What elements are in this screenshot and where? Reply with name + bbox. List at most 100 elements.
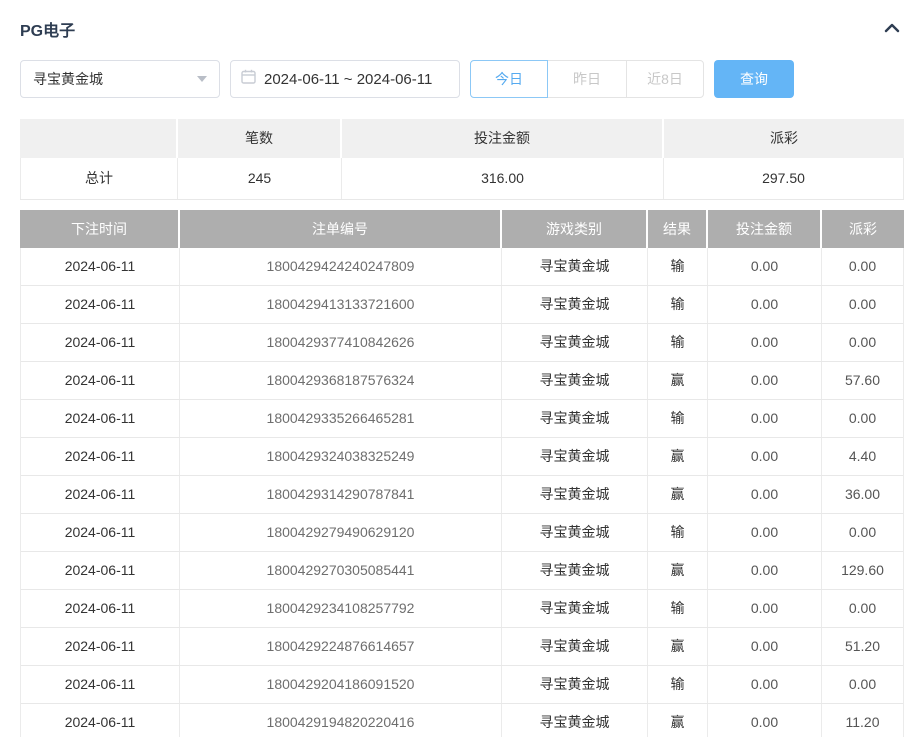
cell-payout: 129.60 [822, 552, 903, 589]
summary-total-row: 总计 245 316.00 297.50 [20, 158, 904, 200]
summary-total-label: 总计 [20, 158, 178, 199]
cell-order-number: 1800429279490629120 [180, 514, 502, 551]
cell-payout: 57.60 [822, 362, 903, 399]
cell-order-number: 1800429424240247809 [180, 248, 502, 285]
cell-game-category: 寻宝黄金城 [502, 286, 648, 323]
filter-bar: 寻宝黄金城 2024-06-11 ~ 2024-06-11 今日 昨日 近8日 … [20, 60, 904, 98]
cell-bet-time: 2024-06-11 [21, 286, 180, 323]
cell-result: 赢 [648, 476, 708, 513]
table-row: 2024-06-11 1800429335266465281 寻宝黄金城 输 0… [21, 400, 903, 438]
cell-order-number: 1800429377410842626 [180, 324, 502, 361]
summary-header-payout: 派彩 [664, 119, 904, 158]
cell-result: 赢 [648, 628, 708, 665]
summary-total-count: 245 [178, 158, 342, 199]
cell-bet-time: 2024-06-11 [21, 248, 180, 285]
cell-bet-time: 2024-06-11 [21, 400, 180, 437]
cell-result: 输 [648, 248, 708, 285]
table-row: 2024-06-11 1800429368187576324 寻宝黄金城 赢 0… [21, 362, 903, 400]
table-row: 2024-06-11 1800429234108257792 寻宝黄金城 输 0… [21, 590, 903, 628]
cell-bet-amount: 0.00 [708, 362, 822, 399]
date-range-value: 2024-06-11 ~ 2024-06-11 [264, 71, 432, 88]
table-body: 2024-06-11 1800429424240247809 寻宝黄金城 输 0… [20, 248, 904, 737]
summary-table: 笔数 投注金额 派彩 总计 245 316.00 297.50 [20, 119, 904, 200]
cell-result: 输 [648, 590, 708, 627]
cell-game-category: 寻宝黄金城 [502, 438, 648, 475]
cell-bet-time: 2024-06-11 [21, 552, 180, 589]
summary-header-bet-amount: 投注金额 [342, 119, 664, 158]
cell-game-category: 寻宝黄金城 [502, 628, 648, 665]
cell-bet-time: 2024-06-11 [21, 628, 180, 665]
summary-total-payout: 297.50 [664, 158, 904, 199]
cell-result: 输 [648, 514, 708, 551]
table-row: 2024-06-11 1800429194820220416 寻宝黄金城 赢 0… [21, 704, 903, 737]
cell-payout: 0.00 [822, 590, 903, 627]
cell-game-category: 寻宝黄金城 [502, 666, 648, 703]
cell-payout: 0.00 [822, 514, 903, 551]
cell-game-category: 寻宝黄金城 [502, 362, 648, 399]
cell-payout: 0.00 [822, 666, 903, 703]
cell-result: 赢 [648, 438, 708, 475]
cell-bet-amount: 0.00 [708, 438, 822, 475]
summary-total-bet-amount: 316.00 [342, 158, 664, 199]
cell-game-category: 寻宝黄金城 [502, 324, 648, 361]
bets-table: 下注时间 注单编号 游戏类别 结果 投注金额 派彩 2024-06-11 180… [20, 210, 904, 737]
cell-result: 赢 [648, 362, 708, 399]
cell-order-number: 1800429324038325249 [180, 438, 502, 475]
cell-payout: 0.00 [822, 248, 903, 285]
cell-payout: 0.00 [822, 324, 903, 361]
cell-order-number: 1800429335266465281 [180, 400, 502, 437]
quick-button-yesterday[interactable]: 昨日 [548, 60, 626, 98]
cell-bet-amount: 0.00 [708, 400, 822, 437]
cell-payout: 0.00 [822, 286, 903, 323]
cell-order-number: 1800429270305085441 [180, 552, 502, 589]
summary-header-empty [20, 119, 178, 158]
cell-payout: 51.20 [822, 628, 903, 665]
panel-header: PG电子 [20, 14, 904, 44]
table-row: 2024-06-11 1800429224876614657 寻宝黄金城 赢 0… [21, 628, 903, 666]
table-row: 2024-06-11 1800429377410842626 寻宝黄金城 输 0… [21, 324, 903, 362]
table-header-row: 下注时间 注单编号 游戏类别 结果 投注金额 派彩 [20, 210, 904, 248]
caret-down-icon [197, 76, 207, 82]
query-button[interactable]: 查询 [714, 60, 794, 98]
header-bet-amount: 投注金额 [708, 210, 822, 248]
cell-payout: 36.00 [822, 476, 903, 513]
summary-header-count: 笔数 [178, 119, 342, 158]
cell-bet-time: 2024-06-11 [21, 590, 180, 627]
cell-order-number: 1800429234108257792 [180, 590, 502, 627]
cell-bet-amount: 0.00 [708, 552, 822, 589]
header-payout: 派彩 [822, 210, 904, 248]
cell-bet-amount: 0.00 [708, 628, 822, 665]
calendar-icon [241, 69, 256, 89]
cell-bet-time: 2024-06-11 [21, 476, 180, 513]
cell-game-category: 寻宝黄金城 [502, 552, 648, 589]
cell-game-category: 寻宝黄金城 [502, 476, 648, 513]
table-row: 2024-06-11 1800429424240247809 寻宝黄金城 输 0… [21, 248, 903, 286]
table-row: 2024-06-11 1800429270305085441 寻宝黄金城 赢 0… [21, 552, 903, 590]
collapse-button[interactable] [880, 17, 904, 41]
cell-bet-time: 2024-06-11 [21, 324, 180, 361]
game-select-value: 寻宝黄金城 [33, 69, 197, 89]
cell-game-category: 寻宝黄金城 [502, 514, 648, 551]
cell-order-number: 1800429194820220416 [180, 704, 502, 737]
cell-game-category: 寻宝黄金城 [502, 400, 648, 437]
cell-bet-amount: 0.00 [708, 666, 822, 703]
page-title: PG电子 [20, 17, 75, 41]
cell-payout: 4.40 [822, 438, 903, 475]
header-order-number: 注单编号 [180, 210, 502, 248]
cell-result: 输 [648, 400, 708, 437]
cell-game-category: 寻宝黄金城 [502, 590, 648, 627]
quick-date-buttons: 今日 昨日 近8日 [470, 60, 704, 98]
game-select[interactable]: 寻宝黄金城 [20, 60, 220, 98]
cell-game-category: 寻宝黄金城 [502, 704, 648, 737]
cell-bet-amount: 0.00 [708, 286, 822, 323]
cell-order-number: 1800429413133721600 [180, 286, 502, 323]
quick-button-today[interactable]: 今日 [470, 60, 548, 98]
cell-bet-time: 2024-06-11 [21, 362, 180, 399]
table-row: 2024-06-11 1800429204186091520 寻宝黄金城 输 0… [21, 666, 903, 704]
quick-button-last8days[interactable]: 近8日 [626, 60, 704, 98]
cell-bet-amount: 0.00 [708, 324, 822, 361]
date-range-input[interactable]: 2024-06-11 ~ 2024-06-11 [230, 60, 460, 98]
cell-order-number: 1800429314290787841 [180, 476, 502, 513]
table-row: 2024-06-11 1800429279490629120 寻宝黄金城 输 0… [21, 514, 903, 552]
cell-bet-time: 2024-06-11 [21, 666, 180, 703]
